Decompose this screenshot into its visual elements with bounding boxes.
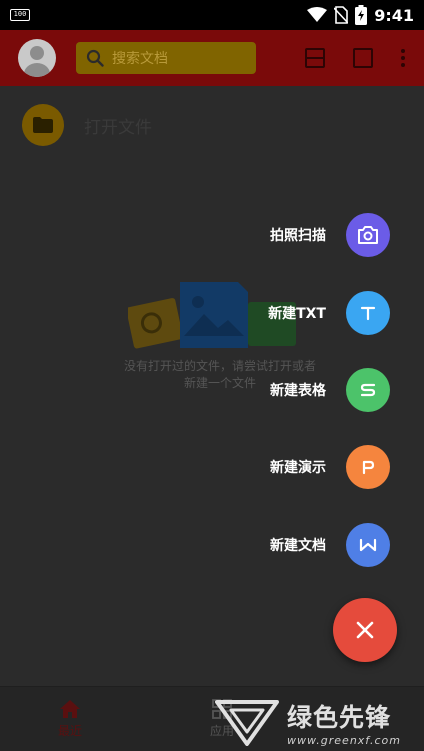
p-icon[interactable] xyxy=(346,445,390,489)
avatar[interactable] xyxy=(18,39,56,77)
camera-icon[interactable] xyxy=(346,213,390,257)
nav-label-recent: 最近 xyxy=(57,724,82,738)
fab-label-new-slides: 新建演示 xyxy=(270,460,326,476)
folder-icon xyxy=(33,117,53,133)
fab-item-new-doc[interactable]: 新建文档 xyxy=(0,522,390,568)
battery-charging-icon xyxy=(355,5,368,25)
search-input[interactable]: 搜索文档 xyxy=(76,42,256,74)
app-bar: 搜索文档 xyxy=(0,30,424,86)
scan-icon[interactable] xyxy=(304,47,326,69)
fab-label-new-doc: 新建文档 xyxy=(270,538,326,554)
watermark-name: 绿色先锋 xyxy=(287,703,392,732)
open-file-item[interactable]: 打开文件 xyxy=(0,86,424,164)
s-icon[interactable] xyxy=(346,368,390,412)
open-file-label: 打开文件 xyxy=(84,117,152,138)
close-icon xyxy=(356,621,374,639)
home-icon xyxy=(60,700,80,718)
fab-label-new-txt: 新建TXT xyxy=(268,306,326,322)
fab-item-new-txt[interactable]: 新建TXT xyxy=(0,290,390,336)
more-icon[interactable] xyxy=(400,47,406,69)
fab-item-new-sheet[interactable]: 新建表格 xyxy=(0,367,390,413)
w-icon[interactable] xyxy=(346,523,390,567)
fab-label-new-sheet: 新建表格 xyxy=(270,383,326,399)
wifi-icon xyxy=(307,7,328,22)
t-icon[interactable] xyxy=(346,291,390,335)
watermark-logo-icon xyxy=(215,700,279,746)
status-bar: 100 9:41 xyxy=(0,0,424,30)
watermark: 绿色先锋 www.greenxf.com xyxy=(215,694,424,751)
fab-item-scan[interactable]: 拍照扫描 xyxy=(0,212,390,258)
multi-select-icon[interactable] xyxy=(352,47,374,69)
fab-label-scan: 拍照扫描 xyxy=(270,228,326,244)
search-placeholder: 搜索文档 xyxy=(112,51,168,67)
search-icon xyxy=(86,49,104,67)
battery-saver-icon: 100 xyxy=(10,9,30,21)
folder-icon-badge xyxy=(22,104,64,146)
fab-close-button[interactable] xyxy=(333,598,397,662)
no-sim-icon xyxy=(334,6,349,24)
nav-item-recent[interactable]: 最近 xyxy=(0,687,140,751)
clock: 9:41 xyxy=(374,5,414,25)
fab-item-new-slides[interactable]: 新建演示 xyxy=(0,444,390,490)
watermark-url: www.greenxf.com xyxy=(287,734,401,747)
